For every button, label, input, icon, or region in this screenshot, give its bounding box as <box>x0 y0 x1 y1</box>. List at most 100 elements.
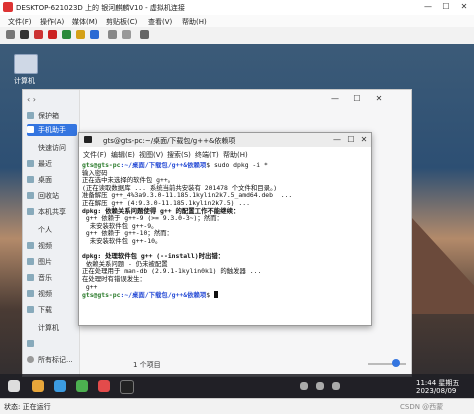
terminal-minimize-button[interactable]: — <box>331 135 343 145</box>
zoom-slider-handle[interactable] <box>392 359 400 367</box>
back-forward-icon[interactable]: ‹ › <box>27 95 36 104</box>
music-icon <box>27 274 34 281</box>
terminal-taskbar-icon[interactable] <box>120 380 134 394</box>
menu-clipboard[interactable]: 剪贴板(C) <box>106 17 137 27</box>
shutdown-icon[interactable] <box>48 30 57 39</box>
network-icon[interactable] <box>300 382 308 390</box>
turn-off-icon[interactable] <box>34 30 43 39</box>
terminal-command: $ <box>206 291 214 300</box>
tag-icon <box>27 356 34 363</box>
terminal-close-button[interactable]: ✕ <box>358 135 370 145</box>
terminal-menu-edit[interactable]: 编辑(E) <box>111 150 135 160</box>
sidebar-item-computer[interactable]: 计算机 <box>27 322 77 334</box>
sidebar-item-personal[interactable]: 个人 <box>27 224 77 236</box>
start-icon[interactable] <box>20 30 29 39</box>
terminal-prompt-path: :~/桌面/下载包/g++&依赖项 <box>120 291 207 300</box>
revert-icon[interactable] <box>122 30 131 39</box>
terminal-titlebar: gts@gts-pc:~/桌面/下载包/g++&依赖项 — ☐ ✕ <box>79 133 371 147</box>
watermark: CSDN @西蒙 <box>400 403 444 411</box>
enhanced-session-icon[interactable] <box>140 30 149 39</box>
phone-icon <box>27 126 34 133</box>
fm-maximize-button[interactable]: ☐ <box>349 94 365 104</box>
terminal-menu-view[interactable]: 视图(V) <box>139 150 163 160</box>
terminal-line: gts@gts-pc:~/桌面/下载包/g++&依赖项$ <box>82 291 368 300</box>
checkpoint-icon[interactable] <box>108 30 117 39</box>
share-icon <box>27 208 34 215</box>
fm-minimize-button[interactable]: — <box>327 94 343 104</box>
sidebar-item-quick-access[interactable]: 快速访问 <box>27 142 77 154</box>
sidebar-item-pictures[interactable]: 图片 <box>27 256 77 268</box>
sidebar-item-music[interactable]: 音乐 <box>27 272 77 284</box>
terminal-menubar: 文件(F) 编辑(E) 视图(V) 搜索(S) 终端(T) 帮助(H) <box>79 149 371 160</box>
host-statusbar: 状态: 正在运行 CSDN @西蒙 <box>0 398 474 414</box>
menu-view[interactable]: 查看(V) <box>148 17 172 27</box>
software-store-icon[interactable] <box>76 380 88 392</box>
app-icon[interactable] <box>98 380 110 392</box>
sidebar-item-desktop[interactable]: 桌面 <box>27 174 77 186</box>
pause-icon[interactable] <box>76 30 85 39</box>
power-icon[interactable] <box>62 30 71 39</box>
disk-icon <box>27 340 34 347</box>
close-button[interactable]: ✕ <box>456 2 472 12</box>
terminal-prompt-path: :~/桌面/下载包/g++&依赖项 <box>120 162 207 169</box>
zoom-slider[interactable] <box>368 363 406 365</box>
file-manager-icon[interactable] <box>32 380 44 392</box>
vm-connection-icon <box>3 2 13 12</box>
terminal-menu-file[interactable]: 文件(F) <box>83 150 107 160</box>
terminal-menu-help[interactable]: 帮助(H) <box>223 150 248 160</box>
file-manager-sidebar: ‹ › 保护箱 手机助手 快速访问 最近 桌面 回收站 本机共享 个人 视频 图… <box>23 90 80 376</box>
menu-help[interactable]: 帮助(H) <box>182 17 207 27</box>
host-menubar: 文件(F) 操作(A) 媒体(M) 剪贴板(C) 查看(V) 帮助(H) <box>0 15 474 27</box>
sidebar-item-videos-2[interactable]: 视频 <box>27 288 77 300</box>
video-icon <box>27 290 34 297</box>
fm-close-button[interactable]: ✕ <box>371 94 387 104</box>
computer-icon[interactable] <box>14 54 38 74</box>
sidebar-item-downloads[interactable]: 下载 <box>27 304 77 316</box>
sidebar-item-share[interactable]: 本机共享 <box>27 206 77 218</box>
clock-icon <box>27 160 34 167</box>
guest-taskbar: 11:44 星期五 2023/08/09 <box>0 374 474 398</box>
sidebar-item-vault[interactable]: 保护箱 <box>27 110 77 122</box>
picture-icon <box>27 258 34 265</box>
terminal-menu-search[interactable]: 搜索(S) <box>167 150 191 160</box>
terminal-icon <box>84 136 92 143</box>
terminal-window: gts@gts-pc:~/桌面/下载包/g++&依赖项 — ☐ ✕ 文件(F) … <box>78 132 372 326</box>
taskbar-date[interactable]: 2023/08/09 <box>416 387 456 395</box>
terminal-text: g++ <box>82 282 98 291</box>
host-titlebar: DESKTOP-621023D 上的 银河麒麟V10 - 虚拟机连接 — ☐ ✕ <box>0 0 474 16</box>
trash-icon <box>27 192 34 199</box>
terminal-maximize-button[interactable]: ☐ <box>345 135 357 145</box>
terminal-line: gts@gts-pc:~/桌面/下载包/g++&依赖项$ sudo dpkg -… <box>82 162 368 170</box>
guest-desktop: 计算机 ‹ › 保护箱 手机助手 快速访问 最近 桌面 回收站 本机共享 个人 … <box>0 44 474 398</box>
terminal-line: g++ <box>82 282 368 292</box>
maximize-button[interactable]: ☐ <box>438 2 454 12</box>
sidebar-item-videos[interactable]: 视频 <box>27 240 77 252</box>
terminal-cursor <box>213 291 218 299</box>
terminal-line: 在处理时有错误发生： <box>82 275 368 284</box>
terminal-command: $ sudo dpkg -i * <box>206 162 268 169</box>
menu-file[interactable]: 文件(F) <box>8 17 32 27</box>
sidebar-item-phone[interactable]: 手机助手 <box>27 124 77 136</box>
reset-icon[interactable] <box>90 30 99 39</box>
chevron-down-icon <box>27 144 34 151</box>
terminal-text: 未安装软件包 g++-10。 <box>82 236 162 245</box>
browser-icon[interactable] <box>54 380 66 392</box>
host-window-title: DESKTOP-621023D 上的 银河麒麟V10 - 虚拟机连接 <box>16 4 185 12</box>
terminal-output[interactable]: gts@gts-pc:~/桌面/下载包/g++&依赖项$ sudo dpkg -… <box>82 162 368 322</box>
input-method-icon[interactable] <box>332 382 340 390</box>
menu-action[interactable]: 操作(A) <box>40 17 64 27</box>
minimize-button[interactable]: — <box>420 2 436 12</box>
host-toolbar <box>0 27 474 45</box>
ctrl-alt-del-icon[interactable] <box>6 30 15 39</box>
start-menu-icon[interactable] <box>8 380 20 392</box>
volume-icon[interactable] <box>316 382 324 390</box>
menu-media[interactable]: 媒体(M) <box>72 17 98 27</box>
sidebar-item-disk[interactable] <box>27 338 77 350</box>
sidebar-item-all-tags[interactable]: 所有标记... <box>27 354 77 366</box>
terminal-title: gts@gts-pc:~/桌面/下载包/g++&依赖项 <box>103 137 236 145</box>
download-icon <box>27 306 34 313</box>
sidebar-item-trash[interactable]: 回收站 <box>27 190 77 202</box>
terminal-menu-terminal[interactable]: 终端(T) <box>195 150 219 160</box>
vault-icon <box>27 112 34 119</box>
sidebar-item-recent[interactable]: 最近 <box>27 158 77 170</box>
